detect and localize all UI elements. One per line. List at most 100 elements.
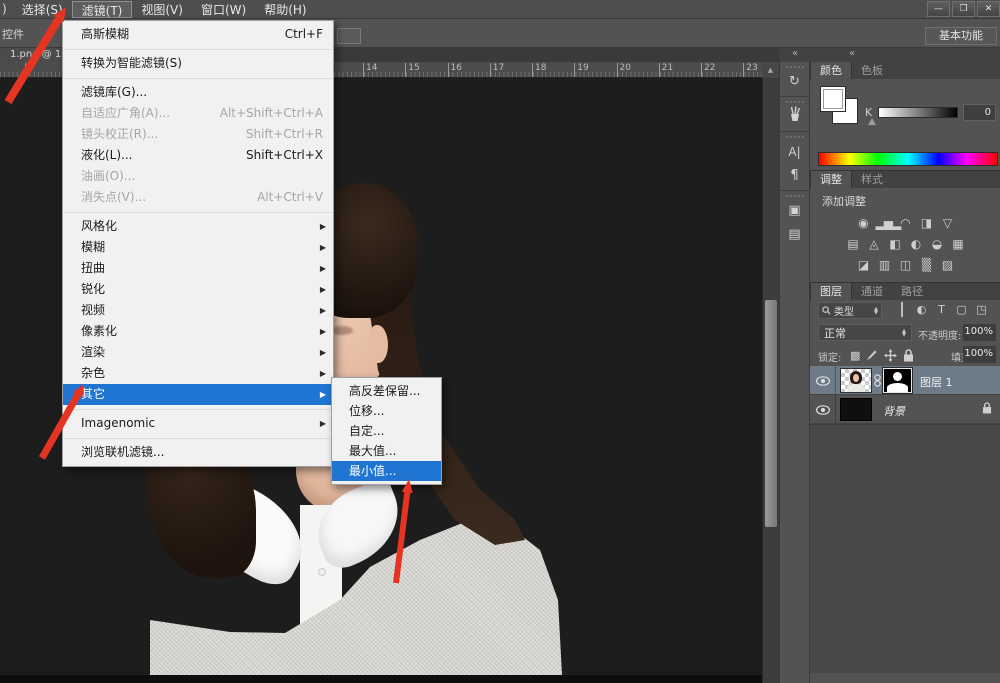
filter-menu-item-filter-gallery[interactable]: 滤镜库(G)... [63,82,333,103]
menubar-item-select[interactable]: 选择(S) [13,1,72,18]
menubar-item-filter[interactable]: 滤镜(T) [72,1,133,18]
filter-smart-objects-icon[interactable]: ◳ [974,302,989,318]
filter-menu-item-sharpen[interactable]: 锐化▶ [63,279,333,300]
filter-menu-item-lens-correction[interactable]: 镜头校正(R)...Shift+Ctrl+R [63,124,333,145]
selective-color-icon[interactable]: ▨ [939,257,956,274]
invert-icon[interactable]: ◪ [855,257,872,274]
curves-icon[interactable]: ◠ [897,215,914,232]
minimize-icon[interactable]: — [927,1,950,17]
mask-link-icon[interactable] [874,374,881,387]
foreground-color-swatch[interactable] [820,86,846,112]
filter-type-layers-icon[interactable]: T [934,302,949,318]
filter-menu-item-vanishing-point[interactable]: 消失点(V)...Alt+Ctrl+V [63,187,333,208]
layer-name[interactable]: 背景 [883,403,905,419]
filter-menu-item-imagenomic[interactable]: Imagenomic▶ [63,413,333,434]
exposure-icon[interactable]: ◨ [918,215,935,232]
hue-saturation-icon[interactable]: ▤ [844,236,861,253]
collapse-panels-icon[interactable]: « [849,48,855,59]
filter-adjustment-layers-icon[interactable]: ◐ [914,302,929,318]
tab-paths[interactable]: 路径 [892,283,932,300]
black-white-icon[interactable]: ◧ [886,236,903,253]
layer-visibility-cell[interactable] [810,366,836,394]
tab-color[interactable]: 颜色 [810,62,852,79]
filter-menu-item-convert-smart-filters[interactable]: 转换为智能滤镜(S) [63,53,333,74]
collapse-dock-icon[interactable]: « [792,48,798,59]
other-submenu-item-minimum[interactable]: 最小值... [332,461,441,481]
paragraph-panel-icon[interactable]: ¶ [783,165,807,187]
other-submenu-item-high-pass[interactable]: 高反差保留... [332,381,441,401]
filter-pixel-layers-icon[interactable] [894,302,909,318]
k-channel-value[interactable]: 0 [963,104,996,121]
tab-channels[interactable]: 通道 [852,283,892,300]
vibrance-icon[interactable]: ▽ [939,215,956,232]
tab-styles[interactable]: 样式 [852,171,892,188]
menubar-item-view[interactable]: 视图(V) [132,1,192,18]
notes-panel-icon[interactable]: ▤ [783,224,807,246]
channel-mixer-icon[interactable]: ◒ [928,236,945,253]
ruler-number: 15 [405,63,419,77]
blend-mode-dropdown[interactable]: 正常 ▲▼ [818,324,912,341]
options-bar-control-fragment[interactable] [337,28,361,44]
layer-name[interactable]: 图层 1 [920,374,953,390]
tab-adjustments[interactable]: 调整 [810,171,852,188]
vertical-scrollbar[interactable] [762,78,779,683]
filter-menu-item-liquify[interactable]: 液化(L)...Shift+Ctrl+X [63,145,333,166]
filter-shape-layers-icon[interactable]: ▢ [954,302,969,318]
brightness-contrast-icon[interactable]: ◉ [855,215,872,232]
filter-menu-item-render[interactable]: 渲染▶ [63,342,333,363]
menubar-item-help[interactable]: 帮助(H) [255,1,315,18]
layer-comps-panel-icon[interactable]: ▣ [783,200,807,222]
layer-thumbnail[interactable] [841,399,871,420]
layer-visibility-cell[interactable] [810,395,836,423]
k-channel-slider[interactable] [878,107,958,118]
maximize-icon[interactable]: ❒ [952,1,975,17]
eye-icon[interactable] [816,405,830,415]
photo-filter-icon[interactable]: ◐ [907,236,924,253]
layer-row-layer1[interactable]: 图层 1 [810,366,1000,395]
filter-menu-item-oil-paint[interactable]: 油画(O)... [63,166,333,187]
fill-value[interactable]: 100% [963,346,996,363]
lock-pixels-brush-icon[interactable] [866,349,878,361]
layer-mask-thumbnail[interactable] [883,368,912,393]
close-icon[interactable]: ✕ [977,1,1000,17]
filter-menu-item-pixelate[interactable]: 像素化▶ [63,321,333,342]
workspace-switcher-button[interactable]: 基本功能 [925,27,997,45]
color-spectrum-ramp[interactable] [818,152,998,166]
other-submenu-dropdown: 高反差保留...位移...自定...最大值...最小值... [331,377,442,485]
filter-menu-item-noise[interactable]: 杂色▶ [63,363,333,384]
color-balance-icon[interactable]: ◬ [865,236,882,253]
layer-filter-type-dropdown[interactable]: 类型 ▲▼ [818,302,882,319]
filter-menu-item-gaussian-blur-last[interactable]: 高斯模糊Ctrl+F [63,24,333,45]
lock-position-move-icon[interactable] [884,349,897,362]
layer-thumbnail[interactable] [841,369,871,392]
menubar-item-window[interactable]: 窗口(W) [192,1,255,18]
tab-layers[interactable]: 图层 [810,283,852,300]
other-submenu-item-custom[interactable]: 自定... [332,421,441,441]
filter-menu-item-video[interactable]: 视频▶ [63,300,333,321]
filter-menu-item-distort[interactable]: 扭曲▶ [63,258,333,279]
posterize-icon[interactable]: ▥ [876,257,893,274]
eye-icon[interactable] [816,376,830,386]
character-panel-icon[interactable]: A| [783,141,807,163]
scrollbar-thumb[interactable] [765,300,777,527]
threshold-icon[interactable]: ◫ [897,257,914,274]
scrollbar-up-arrow-icon[interactable]: ▲ [762,62,779,78]
tab-swatches[interactable]: 色板 [852,62,892,79]
filter-menu-item-browse-filters-online[interactable]: 浏览联机滤镜... [63,442,333,463]
history-panel-icon[interactable]: ↻ [783,71,807,93]
filter-menu-item-other[interactable]: 其它▶ [63,384,333,405]
gradient-map-icon[interactable]: ▒ [918,257,935,274]
opacity-value[interactable]: 100% [963,324,996,341]
layer-row-background[interactable]: 背景 [810,395,1000,424]
filter-menu-item-stylize[interactable]: 风格化▶ [63,216,333,237]
filter-menu-item-blur[interactable]: 模糊▶ [63,237,333,258]
brush-presets-panel-icon[interactable] [783,106,807,128]
levels-icon[interactable]: ▂▅▂ [876,215,893,232]
color-lookup-icon[interactable]: ▦ [949,236,966,253]
other-submenu-item-maximum[interactable]: 最大值... [332,441,441,461]
lock-all-icon[interactable] [903,349,914,362]
slider-thumb-icon[interactable] [868,118,876,125]
lock-transparency-icon[interactable]: ▩ [850,349,860,362]
filter-menu-item-adaptive-wide-angle[interactable]: 自适应广角(A)...Alt+Shift+Ctrl+A [63,103,333,124]
other-submenu-item-offset[interactable]: 位移... [332,401,441,421]
